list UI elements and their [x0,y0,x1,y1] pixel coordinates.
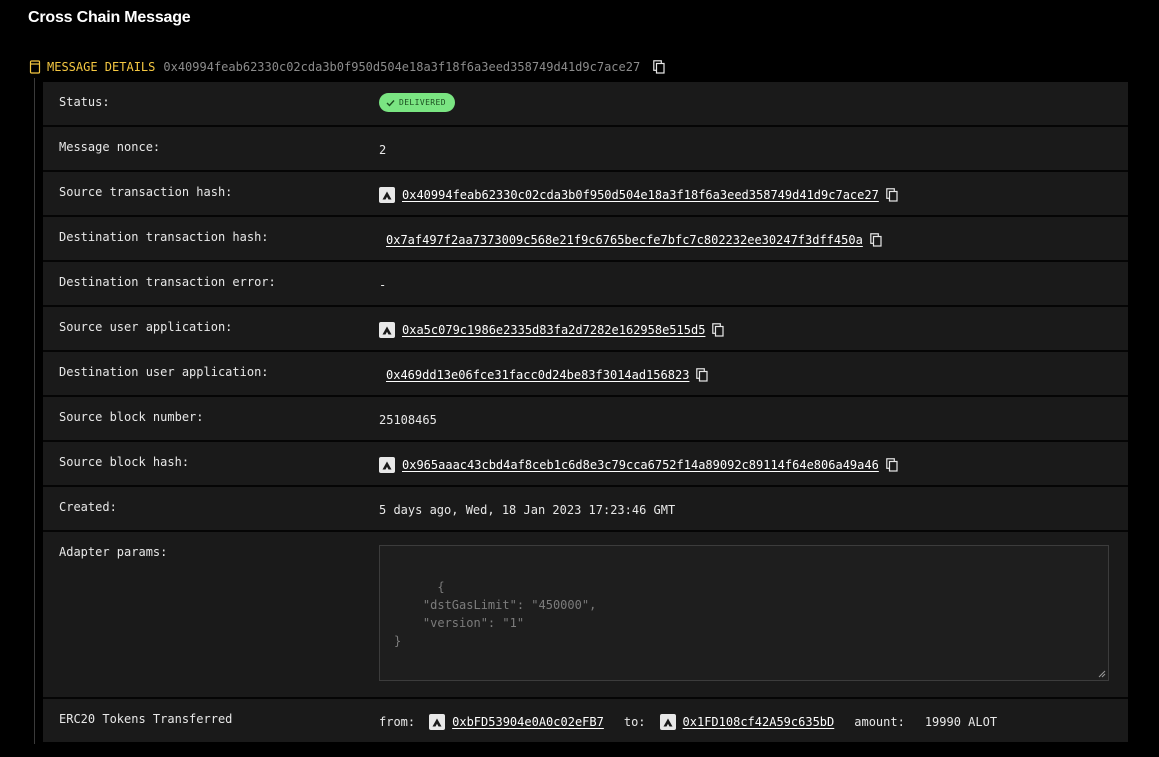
source-tx-value: 0x40994feab62330c02cda3b0f950d504e18a3f1… [379,187,898,203]
source-tx-label: Source transaction hash: [59,185,233,199]
copy-icon[interactable] [870,233,882,247]
destination-ua-label: Destination user application: [59,365,269,379]
destination-tx-value: 0x7af497f2aa7373009c568e21f9c6765becfe7b… [379,232,882,248]
status-row: Status: DELIVERED [43,82,1128,127]
adapter-params-text: { "dstGasLimit": "450000", "version": "1… [394,580,597,648]
destination-tx-link[interactable]: 0x7af497f2aa7373009c568e21f9c6765becfe7b… [386,233,863,247]
source-ua-row: Source user application: 0xa5c079c1986e2… [43,307,1128,352]
source-ua-value: 0xa5c079c1986e2335d83fa2d7282e162958e515… [379,322,725,338]
destination-tx-label: Destination transaction hash: [59,230,269,244]
copy-icon[interactable] [886,188,898,202]
tree-guide-line [34,78,35,744]
created-value: 5 days ago, Wed, 18 Jan 2023 17:23:46 GM… [379,503,676,517]
status-badge-text: DELIVERED [399,98,446,107]
source-ua-label: Source user application: [59,320,233,334]
copy-icon[interactable] [653,60,665,74]
destination-ua-value: 0x469dd13e06fce31facc0d24be83f3014ad1568… [379,367,709,383]
nonce-row: Message nonce: 2 [43,127,1128,172]
destination-error-row: Destination transaction error: - [43,262,1128,307]
source-block-label: Source block number: [59,410,204,424]
status-badge: DELIVERED [379,93,455,112]
adapter-params-textarea[interactable]: { "dstGasLimit": "450000", "version": "1… [379,545,1109,681]
source-tx-row: Source transaction hash: 0x40994feab6233… [43,172,1128,217]
destination-error-value: - [379,278,387,292]
source-block-hash-row: Source block hash: 0x965aaac43cbd4af8ceb… [43,442,1128,487]
erc20-to-link[interactable]: 0x1FD108cf42A59c635bD [683,715,835,729]
source-block-hash-link[interactable]: 0x965aaac43cbd4af8ceb1c6d8e3c79cca6752f1… [402,458,879,472]
erc20-amount-label: amount: [854,715,905,729]
check-icon [386,99,395,107]
document-icon [29,60,41,74]
erc20-from-link[interactable]: 0xbFD53904e0A0c02eFB7 [452,715,604,729]
avalanche-icon [379,322,395,338]
destination-tx-row: Destination transaction hash: 0x7af497f2… [43,217,1128,262]
source-tx-link[interactable]: 0x40994feab62330c02cda3b0f950d504e18a3f1… [402,188,879,202]
avalanche-icon [429,714,446,730]
section-hash: 0x40994feab62330c02cda3b0f950d504e18a3f1… [163,60,641,74]
copy-icon[interactable] [712,323,725,337]
avalanche-icon [379,457,395,473]
source-block-row: Source block number: 25108465 [43,397,1128,442]
adapter-params-label: Adapter params: [59,545,168,559]
erc20-value: from: 0xbFD53904e0A0c02eFB7 to: 0x1FD108… [379,714,997,730]
status-label: Status: [59,95,110,109]
created-row: Created: 5 days ago, Wed, 18 Jan 2023 17… [43,487,1128,532]
copy-icon[interactable] [886,458,898,472]
details-table: Status: DELIVERED Message nonce: 2 Sourc… [43,82,1128,742]
created-label: Created: [59,500,117,514]
section-title: MESSAGE DETAILS [47,60,156,74]
avalanche-icon [659,714,676,730]
status-value: DELIVERED [379,93,455,112]
avalanche-icon [379,187,395,203]
source-block-hash-value: 0x965aaac43cbd4af8ceb1c6d8e3c79cca6752f1… [379,457,898,473]
source-block-hash-label: Source block hash: [59,455,190,469]
message-details-header: MESSAGE DETAILS 0x40994feab62330c02cda3b… [29,59,665,75]
erc20-label: ERC20 Tokens Transferred [59,712,233,726]
erc20-amount-value: 19990 ALOT [924,715,998,729]
nonce-label: Message nonce: [59,140,161,154]
adapter-params-row: Adapter params: { "dstGasLimit": "450000… [43,532,1128,699]
page-title: Cross Chain Message [28,9,191,26]
erc20-row: ERC20 Tokens Transferred from: 0xbFD5390… [43,699,1128,742]
destination-error-label: Destination transaction error: [59,275,276,289]
source-ua-link[interactable]: 0xa5c079c1986e2335d83fa2d7282e162958e515… [402,323,705,337]
destination-ua-row: Destination user application: 0x469dd13e… [43,352,1128,397]
resize-grip-icon[interactable] [1098,670,1106,678]
nonce-value: 2 [379,143,387,157]
copy-icon[interactable] [696,368,709,382]
erc20-to-label: to: [623,715,646,729]
destination-ua-link[interactable]: 0x469dd13e06fce31facc0d24be83f3014ad1568… [386,368,689,382]
erc20-from-label: from: [379,715,416,729]
source-block-value: 25108465 [379,413,437,427]
